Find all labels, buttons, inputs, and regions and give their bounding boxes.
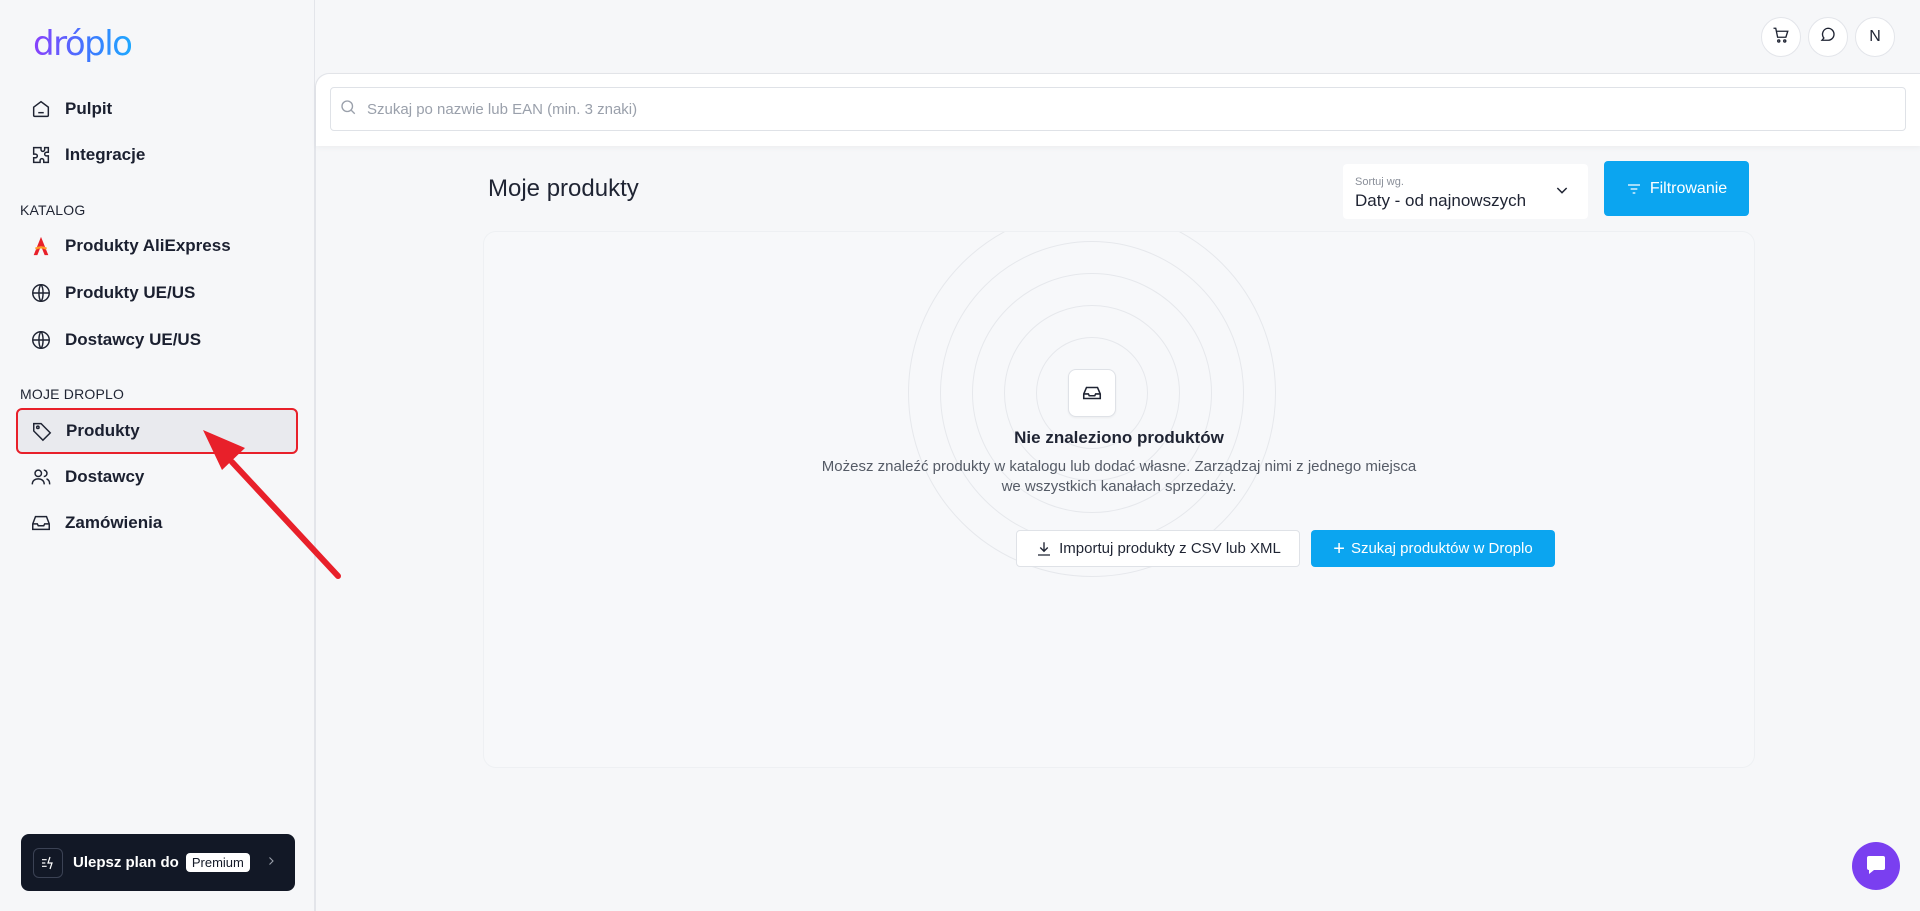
upgrade-plan-button[interactable]: Ulepsz plan do Premium: [21, 834, 295, 891]
empty-state-title: Nie znaleziono produktów: [1014, 428, 1224, 447]
globe-icon: [17, 271, 65, 315]
search-field[interactable]: [330, 87, 1906, 131]
inbox-icon: [17, 501, 65, 545]
plus-icon: +: [1333, 537, 1345, 560]
puzzle-icon: [17, 133, 65, 177]
avatar[interactable]: N: [1855, 17, 1895, 57]
upgrade-label: Ulepsz plan do: [73, 854, 179, 871]
sidebar-item-integracje[interactable]: Integracje: [17, 133, 297, 177]
home-icon: [17, 87, 65, 131]
sidebar-item-label: Zamówienia: [65, 513, 163, 532]
aliexpress-icon: [17, 224, 65, 268]
empty-state-panel: Nie znaleziono produktów Możesz znaleźć …: [484, 232, 1754, 767]
chevron-right-icon: [265, 854, 277, 872]
sidebar: dróplo Pulpit Integracje KATALOG Produkt…: [0, 0, 315, 911]
filter-button[interactable]: Filtrowanie: [1604, 161, 1749, 216]
cart-button[interactable]: [1761, 17, 1801, 57]
chat-icon: [1864, 852, 1888, 881]
premium-badge: Premium: [185, 853, 250, 872]
sidebar-item-label: Dostawcy UE/US: [65, 330, 202, 349]
main-content: Moje produkty Sortuj wg. Daty - od najno…: [315, 73, 1920, 911]
filter-icon: [1627, 183, 1640, 194]
sidebar-item-dostawcy[interactable]: Dostawcy: [17, 455, 297, 499]
support-button[interactable]: [1808, 17, 1848, 57]
live-chat-button[interactable]: [1852, 842, 1900, 890]
filter-label: Filtrowanie: [1649, 179, 1728, 197]
search-icon: [339, 98, 357, 121]
search-bar: [316, 74, 1920, 146]
import-products-button[interactable]: Importuj produkty z CSV lub XML: [1016, 530, 1300, 567]
chevron-down-icon: [1554, 182, 1570, 203]
sidebar-item-produkty-ue-us[interactable]: Produkty UE/US: [17, 271, 297, 315]
search-input[interactable]: [367, 100, 1867, 118]
sidebar-item-label: Produkty UE/US: [65, 283, 196, 302]
sidebar-item-label: Produkty AliExpress: [65, 236, 231, 255]
sidebar-item-dostawcy-ue-us[interactable]: Dostawcy UE/US: [17, 318, 297, 362]
sidebar-item-label: Produkty: [66, 421, 140, 440]
search-products-label: Szukaj produktów w Droplo: [1350, 540, 1533, 557]
page-title: Moje produkty: [488, 175, 639, 202]
sidebar-item-label: Pulpit: [65, 99, 113, 118]
sort-caption: Sortuj wg.: [1355, 176, 1404, 188]
section-label-katalog: KATALOG: [20, 202, 86, 218]
globe-icon: [17, 318, 65, 362]
empty-inbox-icon: [1068, 369, 1116, 417]
chat-bubble-icon: [1819, 26, 1837, 49]
cart-icon: [1772, 26, 1790, 49]
download-icon: [1038, 541, 1051, 556]
sidebar-item-produkty[interactable]: Produkty: [16, 408, 298, 454]
empty-state-description: Możesz znaleźć produkty w katalogu lub d…: [821, 458, 1417, 495]
sort-value: Daty - od najnowszych: [1355, 191, 1527, 210]
sidebar-item-pulpit[interactable]: Pulpit: [17, 87, 297, 131]
droplo-logo[interactable]: dróplo: [33, 24, 133, 64]
sidebar-item-zamowienia[interactable]: Zamówienia: [17, 501, 297, 545]
section-label-moje-droplo: MOJE DROPLO: [20, 386, 125, 402]
tag-icon: [18, 409, 66, 453]
search-products-button[interactable]: + Szukaj produktów w Droplo: [1311, 530, 1555, 567]
sidebar-item-label: Integracje: [65, 145, 146, 164]
sort-select[interactable]: Sortuj wg. Daty - od najnowszych: [1343, 164, 1588, 219]
sidebar-item-label: Dostawcy: [65, 467, 145, 486]
import-label: Importuj produkty z CSV lub XML: [1059, 540, 1281, 557]
sidebar-item-produkty-aliexpress[interactable]: Produkty AliExpress: [17, 224, 297, 268]
upgrade-icon: [33, 847, 63, 878]
users-icon: [17, 455, 65, 499]
